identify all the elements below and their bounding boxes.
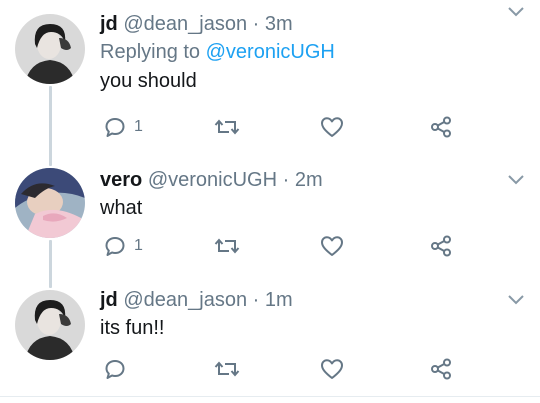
share-button[interactable] [430,233,452,259]
replying-to-handle[interactable]: @veronicUGH [206,41,335,63]
reply-icon [105,118,125,137]
tweet-text: you should [100,70,197,92]
reply-button[interactable] [104,356,134,382]
share-button[interactable] [430,114,452,140]
separator: · [252,289,260,311]
profile-photo-vero [15,168,85,238]
reply-icon [105,237,125,256]
like-button[interactable] [320,233,344,259]
retweet-icon [214,119,240,135]
separator: · [282,169,290,191]
avatar[interactable] [15,168,85,238]
tweet-header: jd @dean_jason · 3m [100,12,500,36]
retweet-icon [214,238,240,254]
separator: · [252,13,260,35]
timestamp[interactable]: 1m [265,289,293,311]
display-name[interactable]: jd [100,289,118,311]
tweet[interactable]: jd @dean_jason · 1m its fun!! [0,286,540,396]
like-button[interactable] [320,356,344,382]
chevron-down-icon[interactable] [506,4,526,18]
share-icon [431,116,451,138]
user-handle[interactable]: @veronicUGH [148,169,277,191]
heart-icon [321,236,343,256]
share-button[interactable] [430,356,452,382]
tweet-text: its fun!! [100,317,165,339]
bottom-divider [0,396,540,397]
timestamp[interactable]: 3m [265,13,293,35]
display-name[interactable]: vero [100,169,142,191]
retweet-button[interactable] [214,233,240,259]
tweet-actions: 1 [104,233,464,259]
reply-count: 1 [134,118,143,135]
retweet-button[interactable] [214,114,240,140]
chevron-down-icon[interactable] [506,292,526,306]
like-button[interactable] [320,114,344,140]
timestamp[interactable]: 2m [295,169,323,191]
replying-to-label: Replying to [100,41,206,63]
share-icon [431,358,451,380]
share-icon [431,235,451,257]
reply-count: 1 [134,237,143,254]
tweet-header: jd @dean_jason · 1m [100,288,500,312]
tweet-text: what [100,197,143,219]
retweet-icon [214,361,240,377]
tweet-actions [104,356,464,382]
tweet[interactable]: vero @veronicUGH · 2m what 1 [0,160,540,286]
heart-icon [321,359,343,379]
display-name[interactable]: jd [100,13,118,35]
heart-icon [321,117,343,137]
avatar[interactable] [15,290,85,360]
user-handle[interactable]: @dean_jason [123,13,247,35]
reply-button[interactable]: 1 [104,114,143,140]
avatar[interactable] [15,14,85,84]
reply-button[interactable]: 1 [104,233,143,259]
profile-photo-jd [15,14,85,84]
retweet-button[interactable] [214,356,240,382]
tweet[interactable]: jd @dean_jason · 3m Replying to @veronic… [0,0,540,160]
reply-icon [105,360,125,379]
tweet-actions: 1 [104,114,464,140]
chevron-down-icon[interactable] [506,172,526,186]
profile-photo-jd [15,290,85,360]
tweet-header: vero @veronicUGH · 2m [100,168,500,192]
user-handle[interactable]: @dean_jason [123,289,247,311]
replying-to: Replying to @veronicUGH [100,39,500,65]
